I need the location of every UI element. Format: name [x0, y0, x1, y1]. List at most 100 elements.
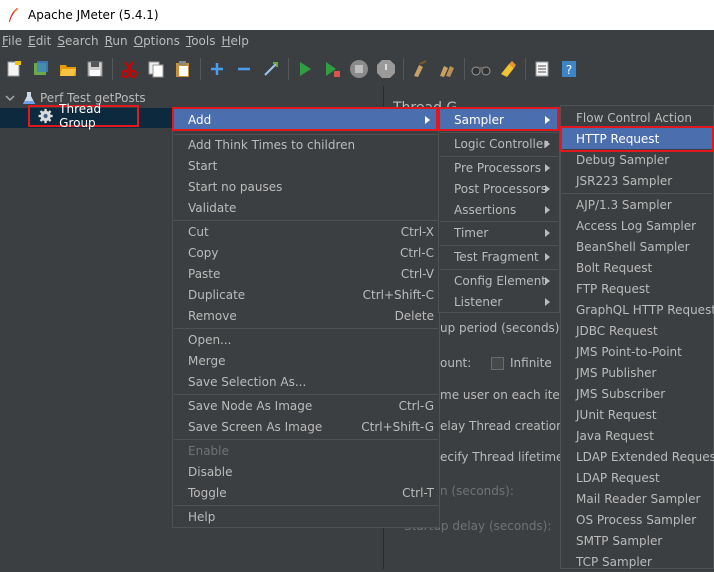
menu-item-access-log-sampler[interactable]: Access Log Sampler	[562, 215, 712, 236]
menu-item-config-element[interactable]: Config Element	[440, 270, 558, 291]
menu-item-enable: Enable	[188, 443, 229, 458]
submenu-arrow-icon	[545, 163, 550, 172]
menu-item-add[interactable]: Add	[174, 109, 438, 130]
tree-node-label: Thread Group	[59, 102, 102, 130]
chevron-down-icon[interactable]	[4, 92, 16, 104]
menu-item-debug-sampler[interactable]: Debug Sampler	[562, 149, 712, 170]
menu-file[interactable]: File	[0, 34, 26, 48]
menu-item-smtp-sampler[interactable]: SMTP Sampler	[562, 530, 712, 551]
reset-search-icon[interactable]	[498, 59, 518, 79]
menu-item-copy[interactable]: Copy Ctrl-C	[174, 242, 438, 263]
toolbar-separator	[525, 58, 526, 80]
menu-item-save-node-image[interactable]: Save Node As Image Ctrl-G	[174, 395, 438, 416]
menu-item-sampler[interactable]: Sampler	[440, 109, 558, 130]
loop-count-label: ount:	[440, 356, 472, 370]
context-menu: Add Add Think Times to children Start St…	[172, 107, 440, 528]
menu-item-toggle[interactable]: Toggle Ctrl-T	[174, 482, 438, 503]
menu-item-ldap-request[interactable]: LDAP Request	[562, 467, 712, 488]
menu-item-jdbc-request[interactable]: JDBC Request	[562, 320, 712, 341]
toolbar-separator	[200, 58, 201, 80]
menu-options[interactable]: Options	[132, 34, 184, 48]
menu-item-post-processors[interactable]: Post Processors	[440, 178, 558, 199]
menu-item-disable[interactable]: Disable	[174, 461, 438, 482]
menu-item-bolt-request[interactable]: Bolt Request	[562, 257, 712, 278]
menu-item-timer[interactable]: Timer	[440, 222, 558, 243]
menu-item-paste[interactable]: Paste Ctrl-V	[174, 263, 438, 284]
svg-text:?: ?	[566, 63, 572, 77]
menu-item-cut[interactable]: Cut Ctrl-X	[174, 221, 438, 242]
search-binoculars-icon[interactable]	[471, 59, 491, 79]
menu-item-pre-processors[interactable]: Pre Processors	[440, 157, 558, 178]
menu-tools[interactable]: Tools	[184, 34, 220, 48]
open-icon[interactable]	[58, 59, 78, 79]
menu-item-beanshell-sampler[interactable]: BeanShell Sampler	[562, 236, 712, 257]
expand-all-icon[interactable]	[207, 59, 227, 79]
submenu-arrow-icon	[545, 276, 550, 285]
menu-item-help[interactable]: Help	[174, 506, 438, 527]
menu-item-merge[interactable]: Merge	[174, 350, 438, 371]
templates-icon[interactable]	[31, 59, 51, 79]
toolbar-separator	[288, 58, 289, 80]
menu-item-java-request[interactable]: Java Request	[562, 425, 712, 446]
menu-item-flow-control-action[interactable]: Flow Control Action	[562, 107, 712, 128]
thread-lifetime-label: ecify Thread lifetime	[440, 450, 564, 464]
menu-help[interactable]: Help	[220, 34, 253, 48]
save-icon[interactable]	[85, 59, 105, 79]
menu-item-jms-subscriber[interactable]: JMS Subscriber	[562, 383, 712, 404]
submenu-arrow-icon	[545, 228, 550, 237]
paste-icon[interactable]	[173, 59, 193, 79]
menu-item-listener[interactable]: Listener	[440, 291, 558, 312]
submenu-arrow-icon	[425, 115, 430, 124]
menu-item-validate[interactable]: Validate	[174, 197, 438, 218]
clear-icon[interactable]	[410, 59, 430, 79]
infinite-checkbox[interactable]	[491, 357, 504, 370]
window-title: Apache JMeter (5.4.1)	[28, 8, 159, 22]
start-no-pauses-icon[interactable]	[322, 59, 342, 79]
submenu-arrow-icon	[545, 252, 550, 261]
menu-item-jms-point-to-point[interactable]: JMS Point-to-Point	[562, 341, 712, 362]
new-icon[interactable]	[4, 59, 24, 79]
help-icon[interactable]: ?	[559, 59, 579, 79]
menu-item-graphql-http-request[interactable]: GraphQL HTTP Request	[562, 299, 714, 320]
function-helper-icon[interactable]	[532, 59, 552, 79]
same-user-label: me user on each iterat	[440, 388, 577, 402]
menu-search[interactable]: Search	[55, 34, 102, 48]
menu-item-mail-reader-sampler[interactable]: Mail Reader Sampler	[562, 488, 712, 509]
menu-item-duplicate[interactable]: Duplicate Ctrl+Shift-C	[174, 284, 438, 305]
menu-item-remove[interactable]: Remove Delete	[174, 305, 438, 326]
copy-icon[interactable]	[146, 59, 166, 79]
clear-all-icon[interactable]	[437, 59, 457, 79]
menu-edit[interactable]: Edit	[26, 34, 55, 48]
menu-item-open[interactable]: Open...	[174, 329, 438, 350]
toolbar-separator	[112, 58, 113, 80]
menu-item-os-process-sampler[interactable]: OS Process Sampler	[562, 509, 712, 530]
menu-item-jms-publisher[interactable]: JMS Publisher	[562, 362, 712, 383]
menu-item-ajp-sampler[interactable]: AJP/1.3 Sampler	[562, 194, 712, 215]
menu-bar: File Edit Search Run Options Tools Help	[0, 30, 714, 52]
menu-item-save-screen-image[interactable]: Save Screen As Image Ctrl+Shift-G	[174, 416, 438, 437]
menu-item-test-fragment[interactable]: Test Fragment	[440, 246, 558, 267]
toolbar: ?	[0, 52, 714, 86]
menu-item-save-selection[interactable]: Save Selection As...	[174, 371, 438, 392]
duration-label: n (seconds):	[440, 484, 514, 498]
cut-icon[interactable]	[119, 59, 139, 79]
start-icon[interactable]	[295, 59, 315, 79]
sampler-submenu: Flow Control Action HTTP Request Debug S…	[560, 105, 714, 569]
menu-item-ldap-extended-request[interactable]: LDAP Extended Request	[562, 446, 714, 467]
menu-run[interactable]: Run	[103, 34, 132, 48]
thread-group-node[interactable]: Thread Group	[28, 102, 139, 130]
menu-item-jsr223-sampler[interactable]: JSR223 Sampler	[562, 170, 712, 191]
menu-item-ftp-request[interactable]: FTP Request	[562, 278, 712, 299]
menu-item-assertions[interactable]: Assertions	[440, 199, 558, 220]
menu-item-junit-request[interactable]: JUnit Request	[562, 404, 712, 425]
stop-icon[interactable]	[349, 59, 369, 79]
menu-item-start-no-pauses[interactable]: Start no pauses	[174, 176, 438, 197]
infinite-label: Infinite	[510, 356, 552, 370]
menu-item-logic-controller[interactable]: Logic Controller	[440, 133, 558, 154]
toggle-icon[interactable]	[261, 59, 281, 79]
menu-item-http-request[interactable]: HTTP Request	[562, 128, 712, 149]
shutdown-icon[interactable]	[376, 59, 396, 79]
collapse-all-icon[interactable]	[234, 59, 254, 79]
menu-item-add-think-times[interactable]: Add Think Times to children	[174, 134, 438, 155]
menu-item-start[interactable]: Start	[174, 155, 438, 176]
